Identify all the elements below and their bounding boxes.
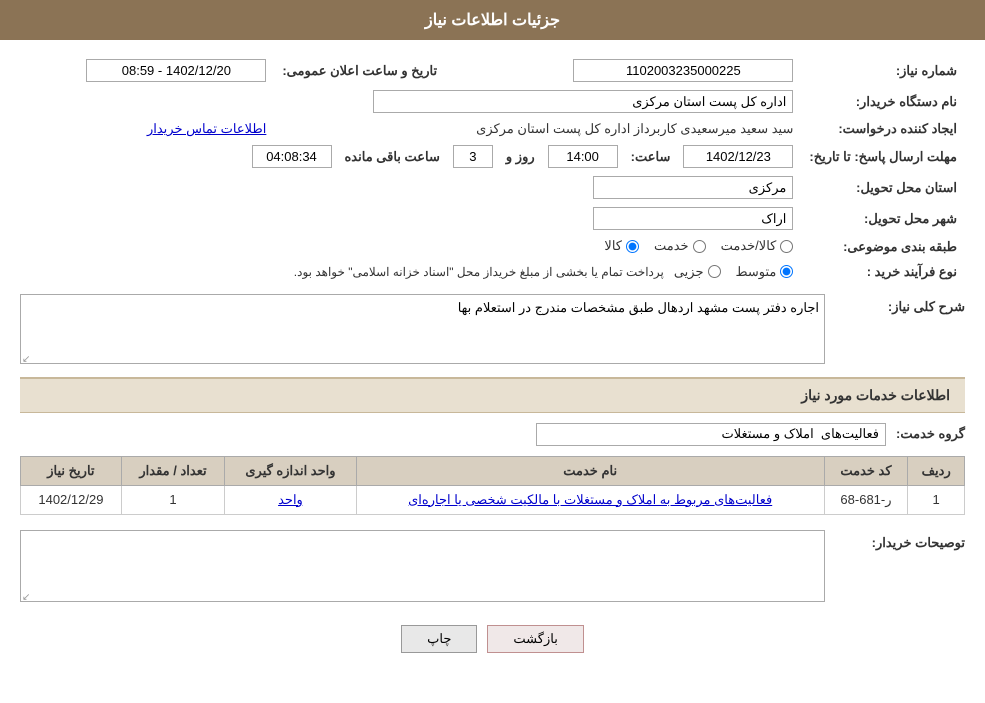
subject-option-kala[interactable]: کالا	[604, 238, 639, 254]
announcement-input[interactable]	[86, 59, 266, 82]
purchase-option-jozii[interactable]: جزیی	[674, 264, 721, 280]
need-number-label: شماره نیاز:	[801, 55, 965, 86]
services-table: ردیف کد خدمت نام خدمت واحد اندازه گیری ت…	[20, 456, 965, 515]
subject-label: طبقه بندی موضوعی:	[801, 234, 965, 260]
cell-date: 1402/12/29	[21, 485, 122, 514]
subject-radio-group: کالا/خدمت خدمت کالا	[604, 238, 793, 254]
purchase-radio-jozii[interactable]	[708, 265, 721, 278]
buyer-org-label: نام دستگاه خریدار:	[801, 86, 965, 117]
subject-label-khedmat: خدمت	[654, 238, 689, 254]
creator-value: سید سعید میرسعیدی کاربرداز اداره کل پست …	[476, 121, 793, 136]
delivery-province-input[interactable]	[593, 176, 793, 199]
creator-label: ایجاد کننده درخواست:	[801, 117, 965, 141]
cell-unit[interactable]: واحد	[225, 485, 357, 514]
table-row: 1 ر-681-68 فعالیت‌های مربوط به املاک و م…	[21, 485, 965, 514]
subject-option-kala-khedmat[interactable]: کالا/خدمت	[721, 238, 794, 254]
print-button[interactable]: چاپ	[401, 625, 477, 653]
announcement-label: تاریخ و ساعت اعلان عمومی:	[274, 55, 445, 86]
button-row: بازگشت چاپ	[20, 625, 965, 653]
col-header-row: ردیف	[908, 456, 965, 485]
deadline-time-label: ساعت:	[626, 149, 676, 165]
need-number-input[interactable]	[573, 59, 793, 82]
cell-service-name[interactable]: فعالیت‌های مربوط به املاک و مستغلات با م…	[356, 485, 824, 514]
cell-quantity: 1	[121, 485, 224, 514]
delivery-city-input[interactable]	[593, 207, 793, 230]
service-group-label: گروه خدمت:	[896, 426, 965, 442]
subject-radio-khedmat[interactable]	[693, 240, 706, 253]
contact-info-link[interactable]: اطلاعات تماس خریدار	[147, 121, 266, 136]
subject-label-kala-khedmat: کالا/خدمت	[721, 238, 777, 254]
col-header-date: تاریخ نیاز	[21, 456, 122, 485]
deadline-remaining-label: ساعت باقی مانده	[340, 149, 445, 165]
notes-resize-handle-icon: ↙	[22, 592, 30, 603]
col-header-unit: واحد اندازه گیری	[225, 456, 357, 485]
services-section-title: اطلاعات خدمات مورد نیاز	[801, 387, 950, 403]
page-title: جزئیات اطلاعات نیاز	[425, 12, 560, 29]
buyer-notes-label: توصیحات خریدار:	[872, 535, 965, 550]
resize-handle-icon: ↙	[22, 354, 30, 365]
description-textarea[interactable]: اجاره دفتر پست مشهد اردهال طبق مشخصات من…	[20, 294, 825, 364]
page-header: جزئیات اطلاعات نیاز	[0, 0, 985, 40]
subject-radio-kala[interactable]	[626, 240, 639, 253]
deadline-days-label: روز و	[501, 149, 540, 165]
purchase-type-label: نوع فرآیند خرید :	[801, 260, 965, 284]
buyer-org-input[interactable]	[373, 90, 793, 113]
purchase-radio-mutawasit[interactable]	[780, 265, 793, 278]
buyer-notes-textarea[interactable]	[20, 530, 825, 602]
col-header-code: کد خدمت	[824, 456, 908, 485]
subject-radio-kala-khedmat[interactable]	[780, 240, 793, 253]
purchase-option-mutawasit[interactable]: متوسط	[736, 264, 794, 280]
back-button[interactable]: بازگشت	[487, 625, 583, 653]
cell-row-num: 1	[908, 485, 965, 514]
deadline-date-input[interactable]	[683, 145, 793, 168]
col-header-name: نام خدمت	[356, 456, 824, 485]
delivery-city-label: شهر محل تحویل:	[801, 203, 965, 234]
delivery-province-label: استان محل تحویل:	[801, 172, 965, 203]
services-section-header: اطلاعات خدمات مورد نیاز	[20, 377, 965, 413]
cell-service-code: ر-681-68	[824, 485, 908, 514]
subject-option-khedmat[interactable]: خدمت	[654, 238, 706, 254]
purchase-radio-group: متوسط جزیی	[674, 264, 794, 280]
main-info-table: شماره نیاز: تاریخ و ساعت اعلان عمومی: نا…	[20, 55, 965, 284]
purchase-label-mutawasit: متوسط	[736, 264, 777, 280]
deadline-remaining-input[interactable]	[252, 145, 332, 168]
col-header-qty: تعداد / مقدار	[121, 456, 224, 485]
subject-label-kala: کالا	[604, 238, 622, 254]
deadline-time-input[interactable]	[548, 145, 618, 168]
deadline-label: مهلت ارسال پاسخ: تا تاریخ:	[801, 141, 965, 172]
purchase-note: پرداخت تمام یا بخشی از مبلغ خریداز محل "…	[294, 265, 664, 279]
service-group-input[interactable]	[536, 423, 886, 446]
description-label: شرح کلی نیاز:	[888, 299, 965, 314]
deadline-days-input[interactable]	[453, 145, 493, 168]
purchase-label-jozii: جزیی	[674, 264, 704, 280]
